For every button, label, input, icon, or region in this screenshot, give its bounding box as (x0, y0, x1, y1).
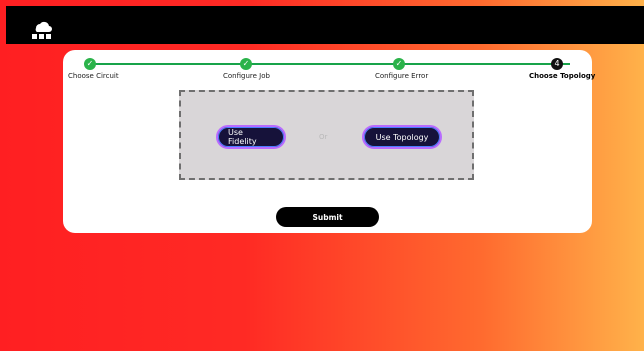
page-background: ✓ Choose Circuit ✓ Configure Job ✓ Confi… (0, 0, 644, 351)
option-dropzone[interactable]: Use Fidelity Or Use Topology (179, 90, 474, 180)
check-icon: ✓ (393, 58, 405, 70)
or-separator: Or (319, 133, 328, 141)
cloud-icon[interactable] (30, 18, 54, 40)
step-label: Choose Circuit (68, 72, 119, 80)
submit-button[interactable]: Submit (276, 207, 379, 227)
step-label: Configure Error (375, 72, 429, 80)
check-icon: ✓ (84, 58, 96, 70)
step-label: Choose Topology (529, 72, 596, 80)
step-number: 4 (551, 58, 563, 70)
top-bar (6, 6, 644, 44)
use-topology-button[interactable]: Use Topology (362, 125, 442, 149)
stepper-track (90, 63, 570, 65)
use-fidelity-button[interactable]: Use Fidelity (216, 125, 286, 149)
step-label: Configure Job (223, 72, 270, 80)
check-icon: ✓ (240, 58, 252, 70)
topology-card: ✓ Choose Circuit ✓ Configure Job ✓ Confi… (63, 50, 596, 233)
